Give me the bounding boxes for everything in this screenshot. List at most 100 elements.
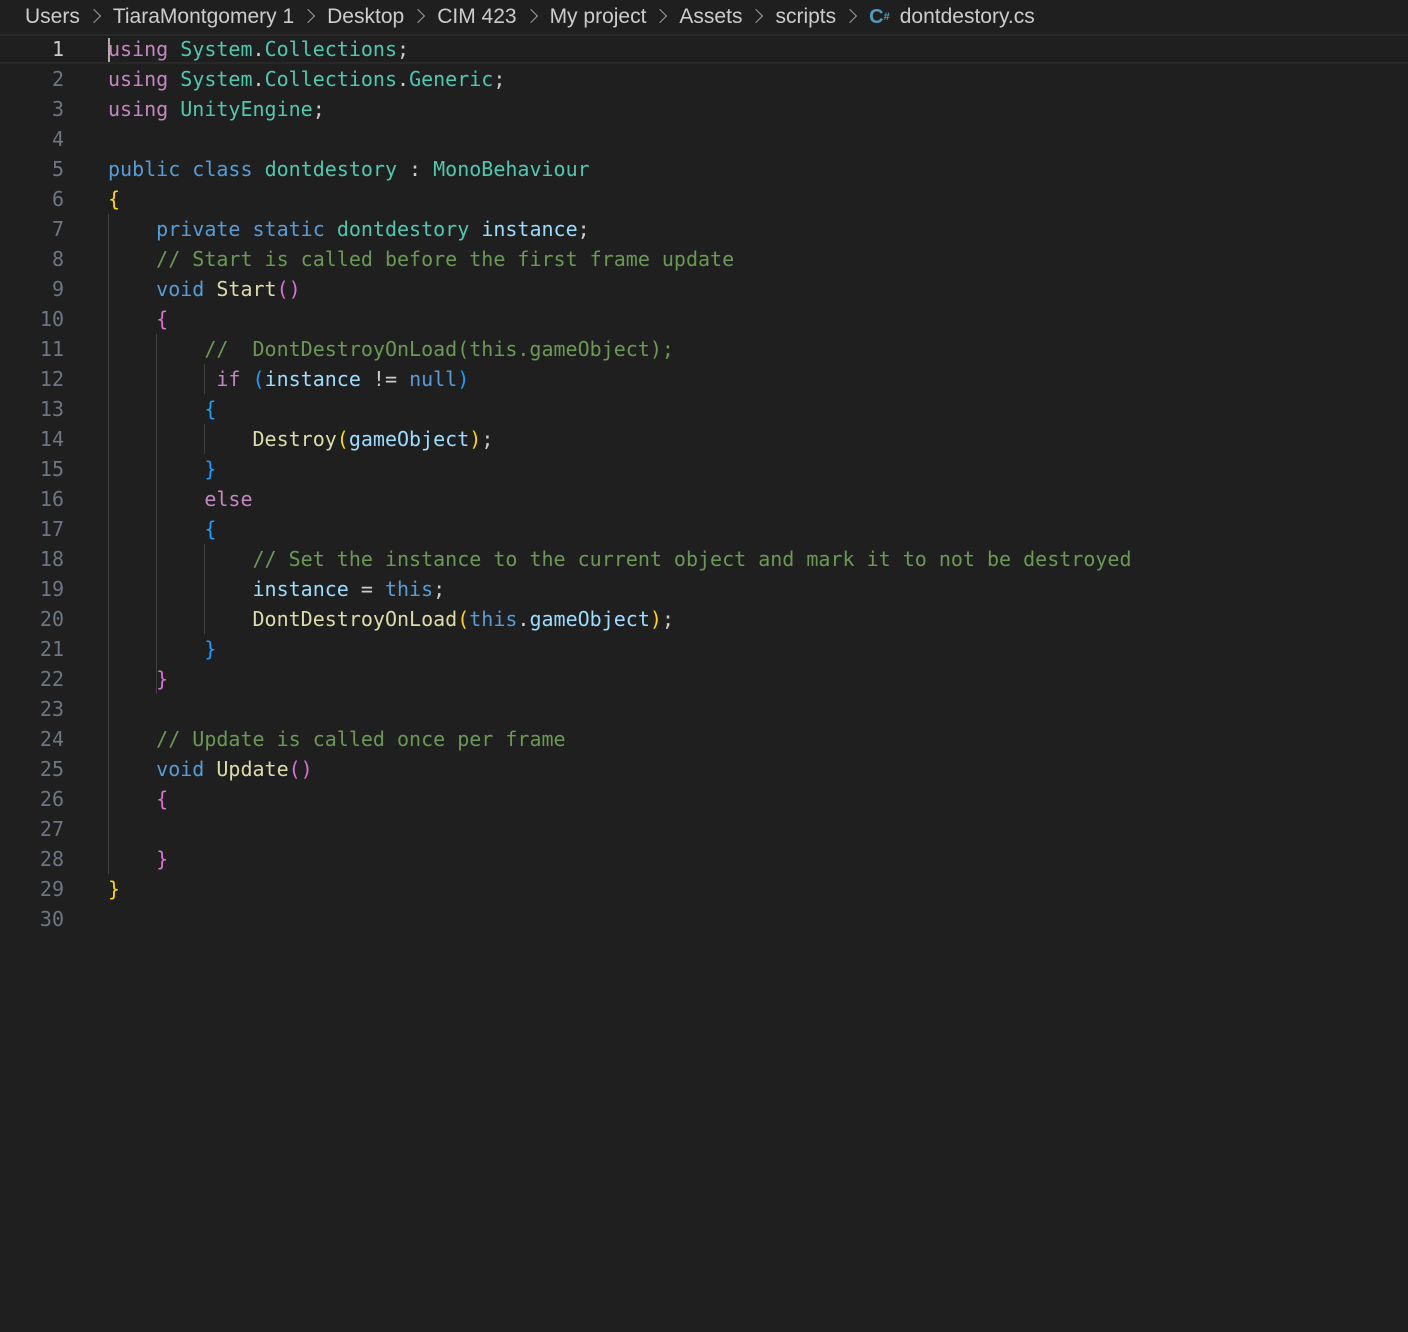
- code-text: else: [108, 484, 252, 514]
- code-text: // Update is called once per frame: [108, 724, 565, 754]
- line-number: 9: [51, 277, 64, 301]
- code-line[interactable]: 20 DontDestroyOnLoad(this.gameObject);: [0, 604, 1408, 634]
- code-line[interactable]: 25 void Update(): [0, 754, 1408, 784]
- code-token: System: [180, 37, 253, 61]
- line-number: 8: [51, 247, 64, 271]
- code-line[interactable]: 5 public class dontdestory : MonoBehaviou…: [0, 154, 1408, 184]
- line-number: 19: [39, 577, 64, 601]
- code-line[interactable]: 6{: [0, 184, 1408, 214]
- code-line[interactable]: 4: [0, 124, 1408, 154]
- code-line[interactable]: 30: [0, 904, 1408, 934]
- code-line[interactable]: 26 {: [0, 784, 1408, 814]
- code-token: (): [288, 757, 313, 781]
- line-number: 6: [51, 187, 64, 211]
- code-token: {: [108, 187, 121, 211]
- breadcrumb-item-assets[interactable]: Assets: [679, 5, 742, 29]
- line-number: 11: [39, 337, 64, 361]
- breadcrumb-item-scripts[interactable]: scripts: [775, 5, 836, 29]
- code-line[interactable]: 28 }: [0, 844, 1408, 874]
- code-token: dontdestory: [336, 217, 470, 241]
- code-line[interactable]: 22 }: [0, 664, 1408, 694]
- line-number: 30: [39, 907, 64, 931]
- breadcrumb-item-cim423[interactable]: CIM 423: [437, 5, 516, 29]
- code-token: using: [108, 97, 169, 121]
- code-text: }: [108, 874, 120, 904]
- code-line[interactable]: 7 private static dontdestory instance;: [0, 214, 1408, 244]
- code-token: (: [252, 367, 265, 391]
- code-token: }: [204, 637, 217, 661]
- code-token: null: [409, 367, 458, 391]
- code-line[interactable]: 23: [0, 694, 1408, 724]
- code-token: this: [469, 607, 518, 631]
- chevron-right-icon: [411, 8, 426, 24]
- code-token: =: [348, 577, 385, 601]
- code-line[interactable]: 9 void Start(): [0, 274, 1408, 304]
- chevron-right-icon: [749, 8, 764, 24]
- code-line[interactable]: 27: [0, 814, 1408, 844]
- breadcrumb-item-user-folder[interactable]: TiaraMontgomery 1: [113, 5, 294, 29]
- code-line[interactable]: 2 using System.Collections.Generic;: [0, 64, 1408, 94]
- line-number: 13: [39, 397, 64, 421]
- code-text: instance = this;: [108, 574, 446, 604]
- code-token: Collections: [264, 37, 398, 61]
- line-number: 17: [39, 517, 64, 541]
- text-cursor: [108, 38, 110, 62]
- code-token: !=: [360, 367, 410, 391]
- code-text: private static dontdestory instance;: [108, 214, 590, 244]
- code-token: .: [252, 67, 265, 91]
- code-line[interactable]: 19 instance = this;: [0, 574, 1408, 604]
- code-line[interactable]: 3 using UnityEngine;: [0, 94, 1408, 124]
- code-token: ;: [493, 67, 506, 91]
- code-token: ;: [312, 97, 325, 121]
- code-line[interactable]: 14 Destroy(gameObject);: [0, 424, 1408, 454]
- line-number: 21: [39, 637, 64, 661]
- code-token: private: [156, 217, 241, 241]
- code-token: {: [204, 517, 217, 541]
- code-token: ): [469, 427, 482, 451]
- breadcrumb-item-desktop[interactable]: Desktop: [327, 5, 404, 29]
- code-token: instance: [252, 577, 349, 601]
- code-text: // DontDestroyOnLoad(this.gameObject);: [108, 334, 674, 364]
- code-line[interactable]: 18 // Set the instance to the current ob…: [0, 544, 1408, 574]
- code-token: void: [156, 277, 205, 301]
- code-line[interactable]: 8 // Start is called before the first fr…: [0, 244, 1408, 274]
- code-line[interactable]: 21 }: [0, 634, 1408, 664]
- code-line[interactable]: 29}: [0, 874, 1408, 904]
- code-line[interactable]: 17 {: [0, 514, 1408, 544]
- code-line[interactable]: 12 if (instance != null): [0, 364, 1408, 394]
- line-number: 4: [51, 127, 64, 151]
- code-text: void Update(): [108, 754, 313, 784]
- chevron-right-icon: [843, 8, 858, 24]
- code-text: }: [108, 844, 168, 874]
- breadcrumb-item-file[interactable]: dontdestory.cs: [900, 5, 1035, 29]
- line-number: 29: [39, 877, 64, 901]
- code-token: class: [192, 157, 253, 181]
- code-line[interactable]: 11 // DontDestroyOnLoad(this.gameObject)…: [0, 334, 1408, 364]
- code-token: void: [156, 757, 205, 781]
- code-token: :: [397, 157, 434, 181]
- breadcrumb-item-my-project[interactable]: My project: [550, 5, 647, 29]
- line-number: 25: [39, 757, 64, 781]
- code-text: Destroy(gameObject);: [108, 424, 494, 454]
- code-line[interactable]: 24 // Update is called once per frame: [0, 724, 1408, 754]
- code-line[interactable]: 1 using System.Collections;: [0, 34, 1408, 64]
- code-line[interactable]: 13 {: [0, 394, 1408, 424]
- code-token: UnityEngine: [180, 97, 313, 121]
- code-text: if (instance != null): [108, 364, 469, 394]
- code-line[interactable]: 16 else: [0, 484, 1408, 514]
- code-token: {: [204, 397, 217, 421]
- code-text: void Start(): [108, 274, 301, 304]
- line-number: 10: [39, 307, 64, 331]
- code-token: // Set the instance to the current objec…: [252, 547, 1132, 571]
- code-line[interactable]: 10 {: [0, 304, 1408, 334]
- code-line[interactable]: 15 }: [0, 454, 1408, 484]
- breadcrumb-item-users[interactable]: Users: [25, 5, 80, 29]
